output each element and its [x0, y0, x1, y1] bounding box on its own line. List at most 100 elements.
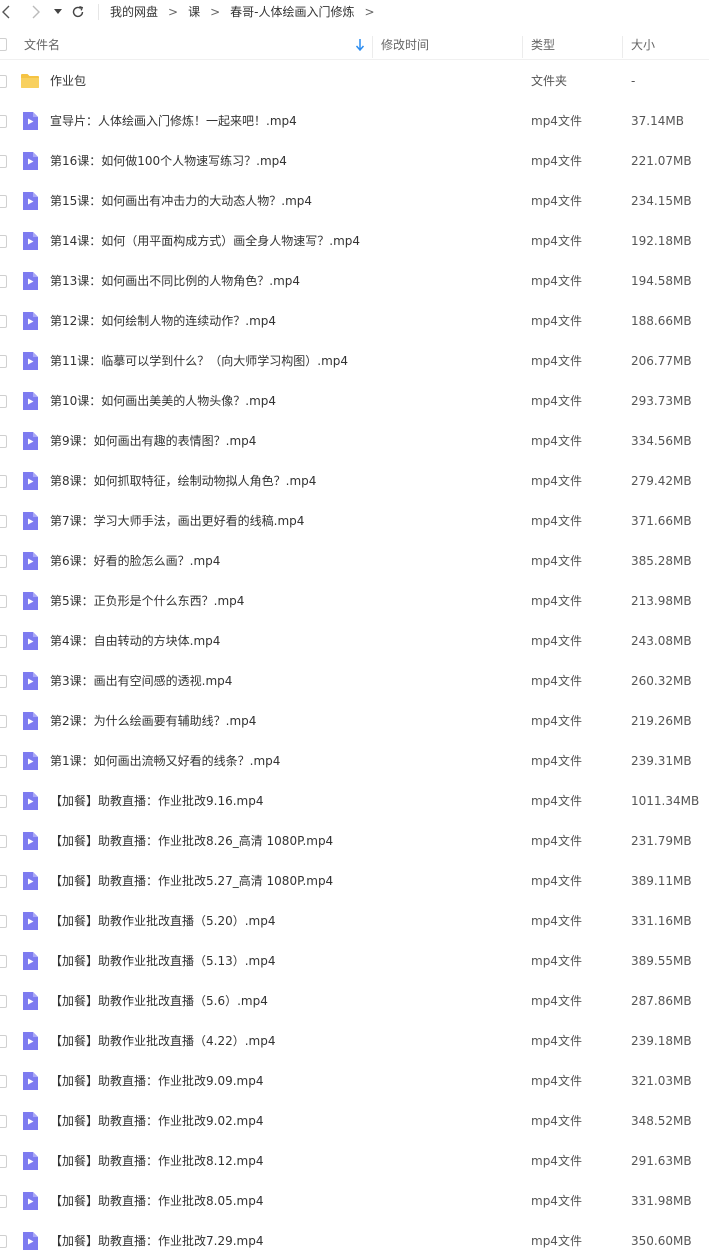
file-row[interactable]: 第8课：如何抓取特征，绘制动物拟人角色？.mp4 mp4文件 279.42MB	[0, 461, 709, 501]
file-name[interactable]: 【加餐】助教直播：作业批改9.09.mp4	[50, 1061, 263, 1101]
row-checkbox[interactable]	[0, 1195, 7, 1208]
row-checkbox[interactable]	[0, 1035, 7, 1048]
file-name[interactable]: 第6课：好看的脸怎么画？.mp4	[50, 541, 220, 581]
file-row[interactable]: 第3课：画出有空间感的透视.mp4 mp4文件 260.32MB	[0, 661, 709, 701]
row-checkbox[interactable]	[0, 755, 7, 768]
breadcrumb-item-course[interactable]: 课	[188, 3, 200, 20]
file-name[interactable]: 宣导片：人体绘画入门修炼！一起来吧！.mp4	[50, 101, 297, 141]
file-name[interactable]: 【加餐】助教直播：作业批改7.29.mp4	[50, 1221, 263, 1256]
file-name[interactable]: 第12课：如何绘制人物的连续动作？.mp4	[50, 301, 276, 341]
file-name[interactable]: 【加餐】助教直播：作业批改8.12.mp4	[50, 1141, 263, 1181]
file-name[interactable]: 【加餐】助教作业批改直播（5.20）.mp4	[50, 901, 275, 941]
sort-arrow-down-icon[interactable]	[355, 38, 365, 52]
row-checkbox[interactable]	[0, 715, 7, 728]
column-divider[interactable]	[522, 36, 523, 58]
row-checkbox[interactable]	[0, 1115, 7, 1128]
file-name[interactable]: 【加餐】助教直播：作业批改9.16.mp4	[50, 781, 263, 821]
file-row[interactable]: 【加餐】助教直播：作业批改8.26_高清 1080P.mp4 mp4文件 231.7…	[0, 821, 709, 861]
file-row[interactable]: 【加餐】助教直播：作业批改5.27_高清 1080P.mp4 mp4文件 389.1…	[0, 861, 709, 901]
file-row[interactable]: 【加餐】助教直播：作业批改8.12.mp4 mp4文件 291.63MB	[0, 1141, 709, 1181]
row-checkbox[interactable]	[0, 355, 7, 368]
file-name[interactable]: 【加餐】助教直播：作业批改9.02.mp4	[50, 1101, 263, 1141]
file-row[interactable]: 【加餐】助教直播：作业批改8.05.mp4 mp4文件 331.98MB	[0, 1181, 709, 1221]
file-row[interactable]: 第11课：临摹可以学到什么？（向大师学习构图）.mp4 mp4文件 206.77MB	[0, 341, 709, 381]
column-header-modified[interactable]: 修改时间	[381, 30, 429, 60]
file-row[interactable]: 作业包 文件夹 -	[0, 61, 709, 101]
chevron-right-icon[interactable]	[30, 1, 42, 23]
file-row[interactable]: 第7课：学习大师手法，画出更好看的线稿.mp4 mp4文件 371.66MB	[0, 501, 709, 541]
file-name[interactable]: 【加餐】助教作业批改直播（5.6）.mp4	[50, 981, 268, 1021]
file-row[interactable]: 第14课：如何（用平面构成方式）画全身人物速写？.mp4 mp4文件 192.18M…	[0, 221, 709, 261]
row-checkbox[interactable]	[0, 395, 7, 408]
row-checkbox[interactable]	[0, 555, 7, 568]
file-row[interactable]: 【加餐】助教作业批改直播（5.13）.mp4 mp4文件 389.55MB	[0, 941, 709, 981]
file-row[interactable]: 第1课：如何画出流畅又好看的线条？.mp4 mp4文件 239.31MB	[0, 741, 709, 781]
file-name[interactable]: 第15课：如何画出有冲击力的大动态人物？.mp4	[50, 181, 312, 221]
row-checkbox[interactable]	[0, 315, 7, 328]
file-name[interactable]: 【加餐】助教直播：作业批改8.05.mp4	[50, 1181, 263, 1221]
file-row[interactable]: 第10课：如何画出美美的人物头像？.mp4 mp4文件 293.73MB	[0, 381, 709, 421]
file-name[interactable]: 作业包	[50, 61, 86, 101]
row-checkbox[interactable]	[0, 1155, 7, 1168]
row-checkbox[interactable]	[0, 835, 7, 848]
refresh-icon[interactable]	[70, 1, 86, 23]
select-all-checkbox[interactable]	[0, 38, 7, 51]
column-header-size[interactable]: 大小	[631, 30, 655, 60]
file-name[interactable]: 第3课：画出有空间感的透视.mp4	[50, 661, 232, 701]
file-row[interactable]: 第9课：如何画出有趣的表情图？.mp4 mp4文件 334.56MB	[0, 421, 709, 461]
file-name[interactable]: 第10课：如何画出美美的人物头像？.mp4	[50, 381, 276, 421]
row-checkbox[interactable]	[0, 155, 7, 168]
file-name[interactable]: 第16课：如何做100个人物速写练习？.mp4	[50, 141, 287, 181]
file-name[interactable]: 【加餐】助教作业批改直播（4.22）.mp4	[50, 1021, 275, 1061]
breadcrumb-separator[interactable]: >	[365, 5, 375, 19]
file-name[interactable]: 第14课：如何（用平面构成方式）画全身人物速写？.mp4	[50, 221, 360, 261]
file-row[interactable]: 第13课：如何画出不同比例的人物角色？.mp4 mp4文件 194.58MB	[0, 261, 709, 301]
row-checkbox[interactable]	[0, 235, 7, 248]
breadcrumb-item-current[interactable]: 春哥-人体绘画入门修炼	[230, 3, 354, 20]
row-checkbox[interactable]	[0, 75, 7, 88]
file-row[interactable]: 第6课：好看的脸怎么画？.mp4 mp4文件 385.28MB	[0, 541, 709, 581]
file-name[interactable]: 【加餐】助教直播：作业批改5.27_高清 1080P.mp4	[50, 861, 333, 901]
file-row[interactable]: 第4课：自由转动的方块体.mp4 mp4文件 243.08MB	[0, 621, 709, 661]
column-divider[interactable]	[372, 36, 373, 58]
row-checkbox[interactable]	[0, 275, 7, 288]
row-checkbox[interactable]	[0, 675, 7, 688]
row-checkbox[interactable]	[0, 195, 7, 208]
file-row[interactable]: 【加餐】助教作业批改直播（4.22）.mp4 mp4文件 239.18MB	[0, 1021, 709, 1061]
column-divider[interactable]	[622, 36, 623, 58]
row-checkbox[interactable]	[0, 915, 7, 928]
file-row[interactable]: 第12课：如何绘制人物的连续动作？.mp4 mp4文件 188.66MB	[0, 301, 709, 341]
file-name[interactable]: 第9课：如何画出有趣的表情图？.mp4	[50, 421, 256, 461]
file-row[interactable]: 宣导片：人体绘画入门修炼！一起来吧！.mp4 mp4文件 37.14MB	[0, 101, 709, 141]
file-name[interactable]: 第2课：为什么绘画要有辅助线？.mp4	[50, 701, 256, 741]
row-checkbox[interactable]	[0, 635, 7, 648]
row-checkbox[interactable]	[0, 995, 7, 1008]
file-row[interactable]: 第2课：为什么绘画要有辅助线？.mp4 mp4文件 219.26MB	[0, 701, 709, 741]
file-name[interactable]: 第5课：正负形是个什么东西？.mp4	[50, 581, 244, 621]
file-row[interactable]: 【加餐】助教作业批改直播（5.6）.mp4 mp4文件 287.86MB	[0, 981, 709, 1021]
column-header-type[interactable]: 类型	[531, 30, 555, 60]
row-checkbox[interactable]	[0, 1235, 7, 1248]
file-name[interactable]: 【加餐】助教直播：作业批改8.26_高清 1080P.mp4	[50, 821, 333, 861]
file-row[interactable]: 第16课：如何做100个人物速写练习？.mp4 mp4文件 221.07MB	[0, 141, 709, 181]
row-checkbox[interactable]	[0, 795, 7, 808]
row-checkbox[interactable]	[0, 955, 7, 968]
file-name[interactable]: 第8课：如何抓取特征，绘制动物拟人角色？.mp4	[50, 461, 316, 501]
file-row[interactable]: 【加餐】助教直播：作业批改9.09.mp4 mp4文件 321.03MB	[0, 1061, 709, 1101]
file-row[interactable]: 【加餐】助教直播：作业批改7.29.mp4 mp4文件 350.60MB	[0, 1221, 709, 1256]
file-row[interactable]: 【加餐】助教直播：作业批改9.16.mp4 mp4文件 1011.34MB	[0, 781, 709, 821]
row-checkbox[interactable]	[0, 475, 7, 488]
file-name[interactable]: 第4课：自由转动的方块体.mp4	[50, 621, 220, 661]
file-name[interactable]: 第7课：学习大师手法，画出更好看的线稿.mp4	[50, 501, 304, 541]
caret-down-icon[interactable]	[52, 1, 64, 23]
file-name[interactable]: 第1课：如何画出流畅又好看的线条？.mp4	[50, 741, 280, 781]
file-name[interactable]: 【加餐】助教作业批改直播（5.13）.mp4	[50, 941, 275, 981]
row-checkbox[interactable]	[0, 435, 7, 448]
file-name[interactable]: 第11课：临摹可以学到什么？（向大师学习构图）.mp4	[50, 341, 348, 381]
row-checkbox[interactable]	[0, 1075, 7, 1088]
row-checkbox[interactable]	[0, 595, 7, 608]
column-header-name[interactable]: 文件名	[24, 30, 60, 60]
row-checkbox[interactable]	[0, 115, 7, 128]
breadcrumb-item-root[interactable]: 我的网盘	[110, 3, 158, 20]
file-row[interactable]: 【加餐】助教作业批改直播（5.20）.mp4 mp4文件 331.16MB	[0, 901, 709, 941]
